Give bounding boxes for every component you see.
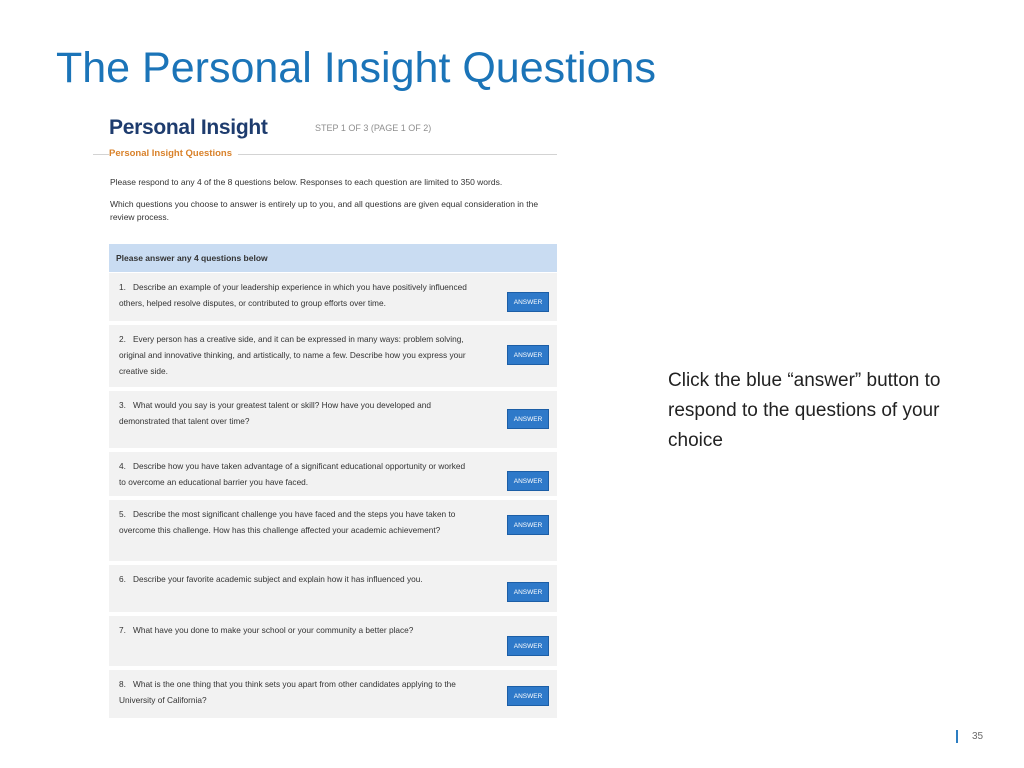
answer-button-7[interactable]: ANSWER [507,636,549,656]
question-number: 3. [119,400,126,410]
question-label: Describe your favorite academic subject … [133,574,423,584]
question-number: 6. [119,574,126,584]
question-number: 7. [119,625,126,635]
panel-title: Personal Insight [109,116,268,139]
instruction-callout: Click the blue “answer” button to respon… [668,370,941,451]
question-text: 2. Every person has a creative side, and … [119,331,474,379]
intro-text-2: Which questions you choose to answer is … [110,199,539,222]
question-text: 8. What is the one thing that you think s… [119,676,474,708]
intro-text-1: Please respond to any 4 of the 8 questio… [110,177,503,187]
question-row-3: 3. What would you say is your greatest ta… [109,391,557,448]
question-label: What have you done to make your school o… [133,625,414,635]
answer-button-2[interactable]: ANSWER [507,345,549,365]
page-number: 35 [956,730,983,743]
answer-button-5[interactable]: ANSWER [507,515,549,535]
question-text: 5. Describe the most significant challeng… [119,506,474,538]
answer-button-4[interactable]: ANSWER [507,471,549,491]
questions-header: Please answer any 4 questions below [109,244,557,272]
question-row-6: 6. Describe your favorite academic subjec… [109,565,557,612]
question-text: 4. Describe how you have taken advantage … [119,458,474,490]
question-text: 6. Describe your favorite academic subjec… [119,571,474,587]
question-text: 3. What would you say is your greatest ta… [119,397,474,429]
question-label: Every person has a creative side, and it… [119,334,466,376]
answer-button-3[interactable]: ANSWER [507,409,549,429]
panel-header: Personal Insight [109,116,268,140]
question-row-8: 8. What is the one thing that you think s… [109,670,557,718]
step-indicator: STEP 1 OF 3 (PAGE 1 OF 2) [315,123,432,133]
question-number: 2. [119,334,126,344]
question-label: Describe how you have taken advantage of… [119,461,466,487]
answer-button-1[interactable]: ANSWER [507,292,549,312]
question-label: Describe the most significant challenge … [119,509,456,535]
question-number: 1. [119,282,126,292]
section-label: Personal Insight Questions [109,148,238,159]
question-row-7: 7. What have you done to make your school… [109,616,557,666]
question-row-5: 5. Describe the most significant challeng… [109,500,557,561]
question-number: 8. [119,679,126,689]
answer-button-8[interactable]: ANSWER [507,686,549,706]
question-number: 4. [119,461,126,471]
question-text: 1. Describe an example of your leadership… [119,279,474,311]
question-row-1: 1. Describe an example of your leadership… [109,273,557,321]
question-number: 5. [119,509,126,519]
personal-insight-panel: Personal Insight STEP 1 OF 3 (PAGE 1 OF … [93,110,557,718]
question-text: 7. What have you done to make your school… [119,622,474,638]
question-label: What would you say is your greatest tale… [119,400,431,426]
answer-button-6[interactable]: ANSWER [507,582,549,602]
slide-title: The Personal Insight Questions [56,44,656,92]
question-row-4: 4. Describe how you have taken advantage … [109,452,557,496]
question-row-2: 2. Every person has a creative side, and … [109,325,557,387]
question-label: What is the one thing that you think set… [119,679,456,705]
question-label: Describe an example of your leadership e… [119,282,467,308]
